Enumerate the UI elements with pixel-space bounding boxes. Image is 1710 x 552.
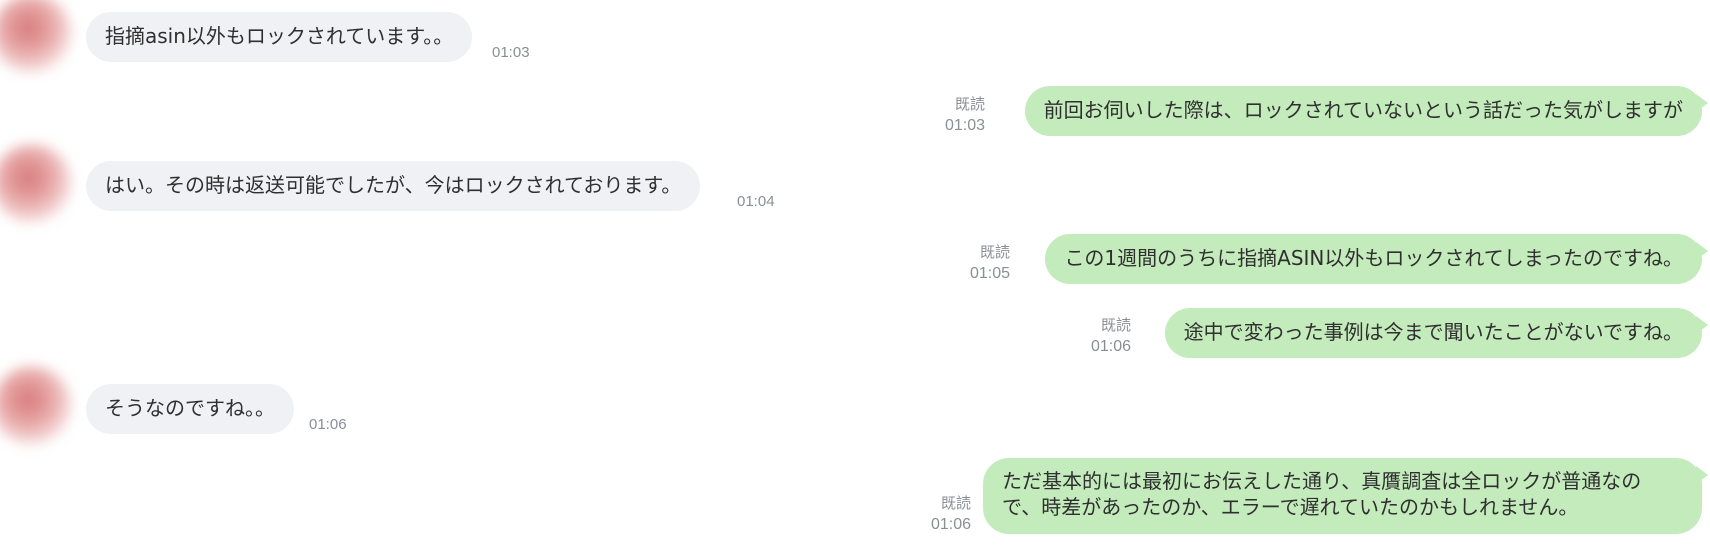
message-time: 01:03 xyxy=(944,117,985,134)
incoming-message-bubble[interactable]: はい。その時は返送可能でしたが、今はロックされております。 xyxy=(86,161,701,211)
message-text: 途中で変わった事例は今まで聞いたことがないですね。 xyxy=(1183,320,1683,344)
message-meta: 既読 01:06 xyxy=(1091,316,1131,358)
read-receipt: 既読 xyxy=(979,244,1010,261)
message-meta: 既読 01:05 xyxy=(970,243,1010,285)
outgoing-message-bubble[interactable]: この1週間のうちに指摘ASIN以外もロックされてしまったのですね。 xyxy=(1045,234,1708,284)
incoming-message-bubble[interactable]: 指摘asin以外もロックされています。。 xyxy=(86,12,473,62)
outgoing-message-bubble[interactable]: ただ基本的には最初にお伝えした通り、真贋調査は全ロックが普通なの で、時差があっ… xyxy=(983,458,1708,534)
chat-thread[interactable]: 指摘asin以外もロックされています。。 01:03 既読 01:03 前回お伺… xyxy=(0,0,1710,552)
read-receipt: 既読 xyxy=(954,96,985,113)
message-time: 01:04 xyxy=(737,193,775,210)
message-time: 01:06 xyxy=(309,416,347,433)
sender-avatar[interactable] xyxy=(0,366,72,446)
read-receipt: 既読 xyxy=(940,495,971,512)
message-text: そうなのですね。。 xyxy=(105,396,275,420)
message-text: 前回お伺いした際は、ロックされていないという話だった気がしますが xyxy=(1043,98,1683,122)
incoming-message-bubble[interactable]: そうなのですね。。 xyxy=(86,384,294,434)
message-text-line: ただ基本的には最初にお伝えした通り、真贋調査は全ロックが普通なの xyxy=(1002,469,1642,493)
bubble-tail xyxy=(1696,94,1708,112)
message-time: 01:03 xyxy=(492,44,530,61)
read-receipt: 既読 xyxy=(1100,317,1131,334)
bubble-tail xyxy=(1696,316,1708,334)
sender-avatar[interactable] xyxy=(0,144,72,224)
message-text: はい。その時は返送可能でしたが、今はロックされております。 xyxy=(105,173,682,197)
message-meta: 既読 01:03 xyxy=(945,95,985,137)
message-text-line: で、時差があったのか、エラーで遅れていたのかもしれません。 xyxy=(1002,495,1579,519)
message-meta: 既読 01:06 xyxy=(931,494,971,536)
message-text: この1週間のうちに指摘ASIN以外もロックされてしまったのですね。 xyxy=(1064,246,1683,270)
message-text: 指摘asin以外もロックされています。。 xyxy=(105,24,454,48)
bubble-tail xyxy=(1696,466,1708,484)
message-time: 01:06 xyxy=(1090,338,1131,355)
sender-avatar[interactable] xyxy=(0,0,72,74)
outgoing-message-bubble[interactable]: 途中で変わった事例は今まで聞いたことがないですね。 xyxy=(1164,308,1708,358)
message-time: 01:06 xyxy=(930,516,971,533)
message-time: 01:05 xyxy=(969,265,1010,282)
outgoing-message-bubble[interactable]: 前回お伺いした際は、ロックされていないという話だった気がしますが xyxy=(1024,86,1708,136)
bubble-tail xyxy=(1696,242,1708,260)
